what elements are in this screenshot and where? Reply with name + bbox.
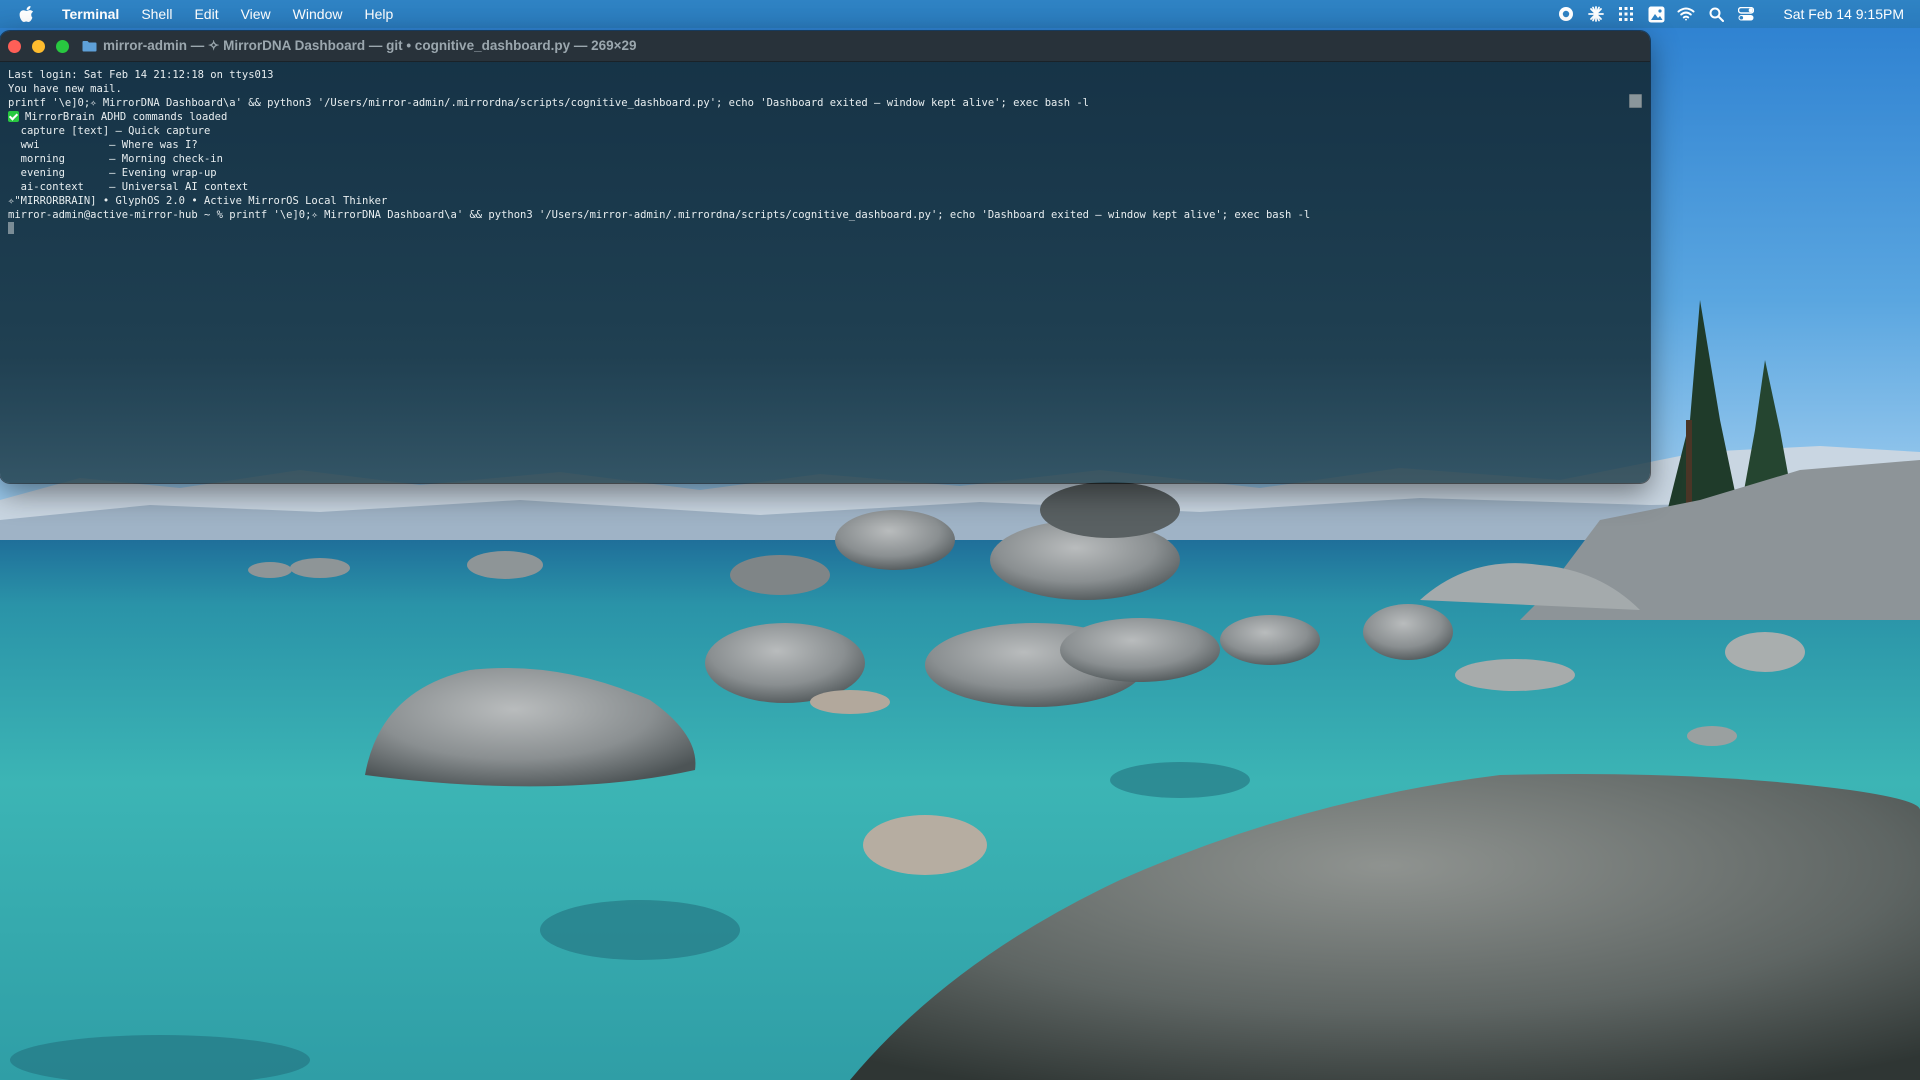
terminal-line: mirror-admin@active-mirror-hub ~ % print… bbox=[8, 209, 1311, 221]
terminal-line-text: MirrorBrain ADHD commands loaded bbox=[25, 111, 228, 123]
minimize-window-button[interactable] bbox=[32, 39, 45, 53]
folder-icon bbox=[82, 41, 97, 52]
terminal-line: ai-context – Universal AI context bbox=[8, 181, 249, 193]
wifi-icon[interactable] bbox=[1671, 0, 1701, 28]
terminal-cursor-line bbox=[8, 222, 1310, 236]
window-title: mirror-admin — ✧ MirrorDNA Dashboard — g… bbox=[82, 38, 637, 54]
grid-icon[interactable] bbox=[1611, 0, 1641, 28]
search-icon[interactable] bbox=[1701, 0, 1731, 28]
control-center-icon[interactable] bbox=[1731, 0, 1761, 28]
check-mark-icon bbox=[8, 111, 19, 122]
close-window-button[interactable] bbox=[8, 39, 21, 53]
menu-shell[interactable]: Shell bbox=[130, 0, 183, 28]
terminal-line: You have new mail. bbox=[8, 83, 122, 95]
app-menu-terminal[interactable]: Terminal bbox=[53, 0, 130, 28]
terminal-line: evening – Evening wrap-up bbox=[8, 167, 217, 179]
apple-logo-icon[interactable] bbox=[19, 5, 37, 23]
terminal-titlebar[interactable]: mirror-admin — ✧ MirrorDNA Dashboard — g… bbox=[0, 31, 1650, 62]
terminal-line: wwi – Where was I? bbox=[8, 139, 198, 151]
terminal-line: Last login: Sat Feb 14 21:12:18 on ttys0… bbox=[8, 69, 274, 81]
menu-window[interactable]: Window bbox=[282, 0, 354, 28]
menu-edit[interactable]: Edit bbox=[183, 0, 229, 28]
terminal-line: ✧"MIRRORBRAIN] • GlyphOS 2.0 • Active Mi… bbox=[8, 195, 388, 207]
menu-view[interactable]: View bbox=[230, 0, 282, 28]
scrollbar-thumb[interactable] bbox=[1629, 94, 1642, 108]
text-cursor bbox=[8, 222, 14, 234]
screen-record-icon[interactable] bbox=[1551, 0, 1581, 28]
terminal-line: printf '\e]0;✧ MirrorDNA Dashboard\a' &&… bbox=[8, 97, 1089, 109]
terminal-window: mirror-admin — ✧ MirrorDNA Dashboard — g… bbox=[0, 31, 1650, 483]
terminal-content[interactable]: Last login: Sat Feb 14 21:12:18 on ttys0… bbox=[0, 62, 1650, 483]
terminal-line: morning – Morning check-in bbox=[8, 153, 223, 165]
terminal-line: MirrorBrain ADHD commands loaded bbox=[8, 110, 1310, 124]
photo-icon[interactable] bbox=[1641, 0, 1671, 28]
menu-bar-clock[interactable]: Sat Feb 14 9:15PM bbox=[1783, 6, 1904, 22]
claude-asterisk-icon[interactable] bbox=[1581, 0, 1611, 28]
menu-bar: Terminal Shell Edit View Window Help Sat… bbox=[0, 0, 1920, 28]
terminal-line: capture [text] – Quick capture bbox=[8, 125, 211, 137]
zoom-window-button[interactable] bbox=[56, 39, 69, 53]
window-title-text: mirror-admin — ✧ MirrorDNA Dashboard — g… bbox=[103, 38, 637, 53]
menu-help[interactable]: Help bbox=[353, 0, 404, 28]
terminal-scrollbar[interactable] bbox=[1629, 90, 1644, 480]
